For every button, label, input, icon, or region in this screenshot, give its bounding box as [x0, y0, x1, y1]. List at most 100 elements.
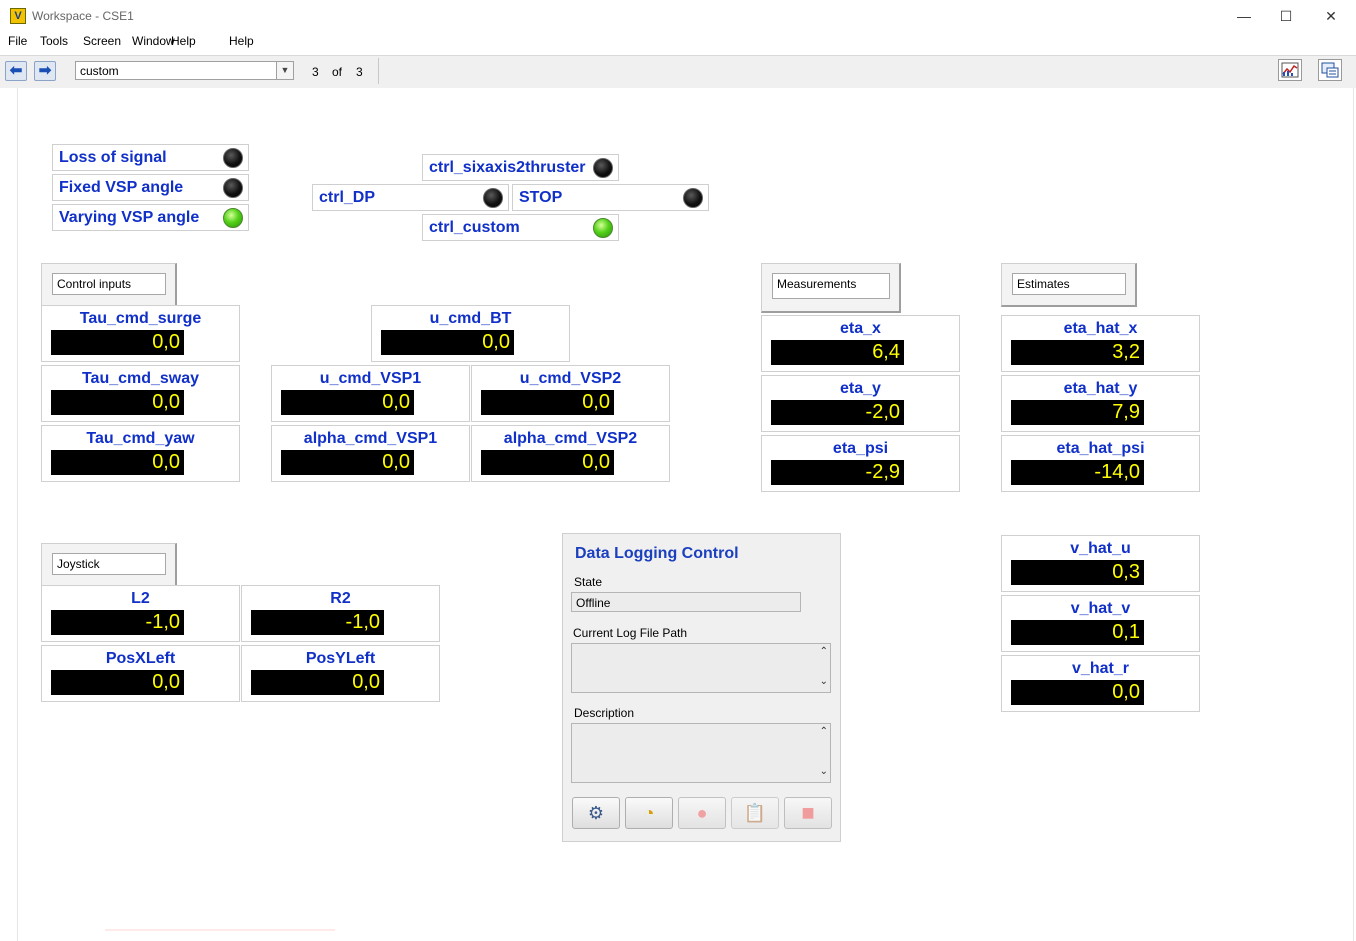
workspace-config-button[interactable] [1318, 59, 1342, 81]
chart-icon [1281, 62, 1299, 78]
indicator-pos-y-left: PosYLeft 0,0 [241, 645, 440, 702]
indicator-value: 0,0 [251, 670, 384, 695]
indicator-value: 0,0 [281, 450, 414, 475]
indicator-label: eta_y [840, 380, 881, 397]
indicator-v-hat-r: v_hat_r 0,0 [1001, 655, 1200, 712]
group-estimates: Estimates [1001, 263, 1137, 307]
log-path-label: Current Log File Path [573, 626, 688, 640]
led-label: ctrl_sixaxis2thruster [429, 159, 586, 176]
indicator-value: -1,0 [251, 610, 384, 635]
title-bar [0, 0, 1356, 32]
record-icon: ● [696, 803, 708, 823]
indicator-value: 0,0 [481, 450, 614, 475]
clock-icon: ◔ [643, 803, 655, 823]
indicator-label: eta_psi [832, 440, 889, 457]
menu-view[interactable]: Window [132, 34, 175, 48]
indicator-eta-x: eta_x 6,4 [761, 315, 960, 372]
indicator-u-cmd-bt: u_cmd_BT 0,0 [371, 305, 570, 362]
settings-button[interactable]: ⚙ [572, 797, 620, 829]
led-ctrl-dp: ctrl_DP [312, 184, 509, 211]
scroll-down-icon[interactable]: ⌄ [820, 676, 828, 687]
window-title: Workspace - CSE1 [32, 9, 134, 23]
maximize-button[interactable]: ☐ [1263, 0, 1309, 32]
menu-help[interactable]: Help [229, 34, 254, 48]
indicator-label: L2 [131, 590, 150, 607]
chevron-down-icon[interactable]: ▼ [276, 62, 293, 79]
led-fixed-vsp-angle: Fixed VSP angle [52, 174, 249, 201]
record-button[interactable]: ● [678, 797, 726, 829]
menu-screen[interactable]: Screen [83, 34, 121, 48]
page-total: 3 [356, 65, 363, 79]
stop-button[interactable]: ■ [784, 797, 832, 829]
indicator-alpha-cmd-vsp1: alpha_cmd_VSP1 0,0 [271, 425, 470, 482]
indicator-value: 0,0 [51, 670, 184, 695]
led-label: Loss of signal [59, 149, 167, 166]
indicator-value: 0,0 [51, 450, 184, 475]
menu-file[interactable]: File [8, 34, 27, 48]
led-loss-of-signal: Loss of signal [52, 144, 249, 171]
led-indicator [593, 158, 613, 178]
scroll-up-icon[interactable]: ⌃ [820, 646, 828, 657]
chart-view-button[interactable] [1278, 59, 1302, 81]
arrow-left-icon: ⬅ [9, 62, 23, 79]
menu-window[interactable]: Help [171, 34, 196, 48]
led-stop: STOP [512, 184, 709, 211]
indicator-v-hat-u: v_hat_u 0,3 [1001, 535, 1200, 592]
screen-select[interactable]: custom ▼ [75, 61, 294, 80]
forward-button[interactable]: ➡ [34, 61, 56, 81]
indicator-u-cmd-vsp2: u_cmd_VSP2 0,0 [471, 365, 670, 422]
clipboard-button[interactable]: 📋 [731, 797, 779, 829]
divider [105, 929, 335, 931]
indicator-label: alpha_cmd_VSP1 [303, 430, 438, 447]
indicator-eta-hat-psi: eta_hat_psi -14,0 [1001, 435, 1200, 492]
indicator-value: 0,0 [51, 330, 184, 355]
led-ctrl-custom: ctrl_custom [422, 214, 619, 241]
menu-tools[interactable]: Tools [40, 34, 68, 48]
indicator-value: 0,0 [281, 390, 414, 415]
group-label: Estimates [1012, 273, 1126, 295]
page-of: of [332, 65, 343, 79]
minimize-button[interactable]: — [1221, 0, 1267, 32]
schedule-button[interactable]: ◔ [625, 797, 673, 829]
indicator-eta-y: eta_y -2,0 [761, 375, 960, 432]
indicator-label: v_hat_u [1070, 540, 1131, 557]
group-control-inputs: Control inputs [41, 263, 177, 307]
led-label: ctrl_custom [429, 219, 520, 236]
page-current: 3 [312, 65, 319, 79]
led-label: Fixed VSP angle [59, 179, 184, 196]
indicator-value: 0,0 [51, 390, 184, 415]
indicator-u-cmd-vsp1: u_cmd_VSP1 0,0 [271, 365, 470, 422]
led-indicator [483, 188, 503, 208]
led-indicator [223, 178, 243, 198]
group-label: Joystick [52, 553, 166, 575]
log-path-field[interactable]: ⌃ ⌄ [571, 643, 831, 693]
scroll-down-icon[interactable]: ⌄ [820, 766, 828, 777]
indicator-label: eta_x [840, 320, 881, 337]
scroll-up-icon[interactable]: ⌃ [820, 726, 828, 737]
description-field[interactable]: ⌃ ⌄ [571, 723, 831, 783]
indicator-value: -2,0 [771, 400, 904, 425]
indicator-alpha-cmd-vsp2: alpha_cmd_VSP2 0,0 [471, 425, 670, 482]
group-label: Measurements [772, 273, 890, 299]
indicator-value: -2,9 [771, 460, 904, 485]
arrow-right-icon: ➡ [38, 62, 52, 79]
indicator-value: -1,0 [51, 610, 184, 635]
indicator-label: Tau_cmd_yaw [86, 430, 195, 447]
indicator-tau-cmd-yaw: Tau_cmd_yaw 0,0 [41, 425, 240, 482]
config-icon [1321, 62, 1339, 78]
indicator-label: eta_hat_x [1063, 320, 1138, 337]
group-measurements: Measurements [761, 263, 901, 313]
group-label: Control inputs [52, 273, 166, 295]
indicator-value: 0,3 [1011, 560, 1144, 585]
indicator-eta-hat-x: eta_hat_x 3,2 [1001, 315, 1200, 372]
menu-bar [0, 32, 1356, 52]
close-button[interactable]: ✕ [1308, 0, 1354, 32]
back-button[interactable]: ⬅ [5, 61, 27, 81]
led-indicator [593, 218, 613, 238]
indicator-label: Tau_cmd_surge [79, 310, 202, 327]
data-logging-title: Data Logging Control [575, 545, 739, 562]
indicator-value: 3,2 [1011, 340, 1144, 365]
toolbar-separator [378, 58, 379, 84]
led-label: ctrl_DP [319, 189, 376, 206]
indicator-label: PosXLeft [105, 650, 176, 667]
